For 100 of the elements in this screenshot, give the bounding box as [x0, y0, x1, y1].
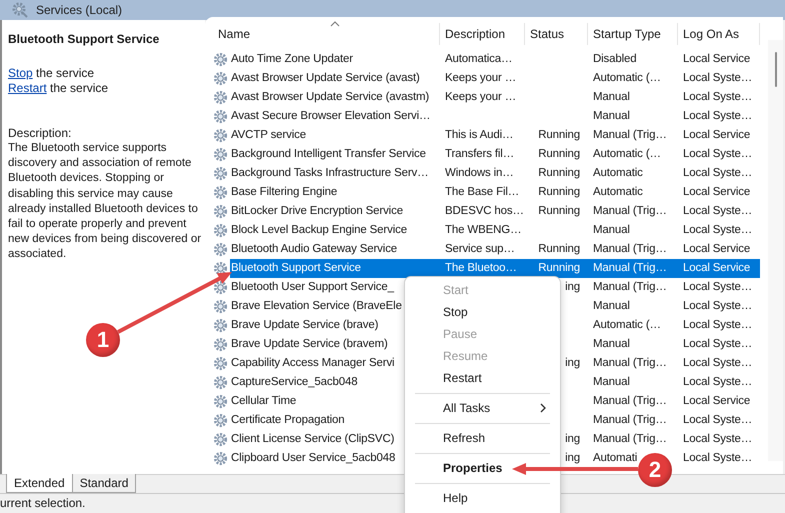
- description-label: Description:: [8, 126, 72, 141]
- column-header[interactable]: Startup Type: [588, 22, 678, 44]
- action-sentence: Stop the service: [8, 66, 96, 81]
- gear-icon: [213, 242, 228, 257]
- gear-icon: [213, 71, 228, 86]
- table-cell-text: Local Syste…: [682, 413, 754, 428]
- menu-item[interactable]: Help: [405, 487, 560, 509]
- action-link[interactable]: Restart: [8, 81, 47, 95]
- table-cell-text: Disabled: [592, 52, 638, 67]
- gear-icon: [213, 413, 228, 428]
- table-cell-text: Running: [537, 128, 581, 143]
- table-cell-text: Local Syste…: [682, 375, 754, 390]
- table-cell-text: The WBENG…: [444, 223, 522, 238]
- table-cell-text: Local Syste…: [682, 299, 754, 314]
- scrollbar-thumb[interactable]: [775, 52, 777, 87]
- scrollbar[interactable]: [768, 40, 783, 461]
- table-cell-text: Manual (Trig…: [592, 394, 668, 409]
- column-header[interactable]: Log On As: [678, 22, 760, 44]
- menu-item[interactable]: Refresh: [405, 427, 560, 449]
- table-cell-text: Local Syste…: [682, 318, 754, 333]
- table-cell-text: Running: [537, 147, 581, 162]
- table-cell-text: Keeps your …: [444, 90, 518, 105]
- table-cell-text: Manual: [592, 109, 631, 124]
- service-name[interactable]: Avast Browser Update Service (avastm): [230, 88, 440, 107]
- gear-icon: [213, 223, 228, 238]
- gear-icon: [213, 166, 228, 181]
- table-cell-text: The Base Fil…: [444, 185, 520, 200]
- table-cell-text: Local Service: [682, 185, 752, 200]
- table-cell-text: Manual (Trig…: [592, 128, 668, 143]
- service-name[interactable]: Background Intelligent Transfer Service: [230, 145, 440, 164]
- table-cell-text: Local Syste…: [682, 356, 754, 371]
- gear-icon: [213, 394, 228, 409]
- table-cell-text: Local Service: [682, 52, 752, 67]
- service-name[interactable]: Auto Time Zone Updater: [230, 50, 440, 69]
- view-tab[interactable]: Standard: [72, 474, 136, 493]
- table-cell-text: Manual (Trig…: [592, 280, 668, 295]
- table-cell-text: Automatic (…: [592, 318, 662, 333]
- table-cell: Running: [525, 259, 588, 278]
- column-header[interactable]: Name: [213, 22, 440, 44]
- menu-item[interactable]: All Tasks: [405, 397, 560, 419]
- table-cell-text: Keeps your …: [444, 71, 518, 86]
- gear-icon: [213, 375, 228, 390]
- table-cell-text: Local Service: [682, 394, 752, 409]
- table-cell-text: Manual: [592, 337, 631, 352]
- action-link[interactable]: Stop: [8, 66, 33, 80]
- column-header[interactable]: Description: [440, 22, 525, 44]
- table-cell-text: Manual: [592, 90, 631, 105]
- gear-icon: [213, 109, 228, 124]
- gear-icon: [213, 280, 228, 295]
- table-cell-text: ing: [564, 451, 581, 466]
- chevron-right-icon: [540, 403, 546, 413]
- service-name[interactable]: Avast Browser Update Service (avast): [230, 69, 440, 88]
- service-title: Bluetooth Support Service: [8, 32, 160, 46]
- table-cell-text: Transfers fil…: [444, 147, 516, 162]
- table-cell-text: Local Syste…: [682, 223, 754, 238]
- callout-badge: 2: [638, 453, 672, 487]
- table-cell-text: Local Syste…: [682, 109, 754, 124]
- table-cell-text: Manual (Trig…: [592, 413, 668, 428]
- table-cell: Manual (Trig…: [588, 259, 678, 278]
- sort-ascending-icon: [330, 21, 340, 27]
- description-text: The Bluetooth service supports discovery and association of remote Bluetooth devices. Stopping or disabling this service may cause already installed Bluetooth devices to fail to operate properly and prevent new devices from being discovered or associated.: [8, 141, 202, 262]
- table-cell-text: Local Syste…: [682, 337, 754, 352]
- gear-icon: [213, 261, 228, 276]
- menu-item[interactable]: Stop: [405, 301, 560, 323]
- table-cell-text: Manual (Trig…: [592, 242, 668, 257]
- gear-icon: [12, 2, 28, 18]
- table-cell-text: ing: [564, 356, 581, 371]
- service-name[interactable]: BitLocker Drive Encryption Service: [230, 202, 440, 221]
- menu-item[interactable]: Properties: [405, 457, 560, 479]
- table-cell-text: Local Service: [682, 128, 752, 143]
- window-title: Services (Local): [36, 3, 122, 17]
- table-cell-text: Local Syste…: [682, 280, 754, 295]
- service-name[interactable]: Background Tasks Infrastructure Serv…: [230, 164, 440, 183]
- table-cell-text: Manual (Trig…: [592, 356, 668, 371]
- service-name[interactable]: Bluetooth Support Service: [230, 259, 440, 278]
- service-name[interactable]: Avast Secure Browser Elevation Servi…: [230, 107, 440, 126]
- gear-icon: [213, 52, 228, 67]
- service-name[interactable]: AVCTP service: [230, 126, 440, 145]
- gear-icon: [213, 147, 228, 162]
- table-cell-text: Local Syste…: [682, 451, 754, 466]
- table-cell-text: Windows in…: [444, 166, 515, 181]
- table-cell-text: BDESVC hos…: [444, 204, 525, 219]
- column-header[interactable]: Status: [525, 22, 588, 44]
- view-tab[interactable]: Extended: [6, 474, 73, 493]
- table-cell-text: Running: [537, 204, 581, 219]
- service-name[interactable]: Bluetooth Audio Gateway Service: [230, 240, 440, 259]
- table-cell-text: Manual: [592, 375, 631, 390]
- table-cell-text: Automatica…: [444, 52, 514, 67]
- gear-icon: [213, 90, 228, 105]
- service-name[interactable]: Block Level Backup Engine Service: [230, 221, 440, 240]
- table-cell-text: Local Syste…: [682, 90, 754, 105]
- menu-item[interactable]: Restart: [405, 367, 560, 389]
- service-name[interactable]: Base Filtering Engine: [230, 183, 440, 202]
- status-text: urrent selection.: [0, 496, 86, 510]
- table-cell-text: Local Syste…: [682, 432, 754, 447]
- table-cell-text: Manual (Trig…: [592, 204, 668, 219]
- table-cell-text: ing: [564, 280, 581, 295]
- table-cell-text: Local Syste…: [682, 147, 754, 162]
- table-cell-text: Running: [537, 242, 581, 257]
- table-cell-text: Automatic: [592, 185, 644, 200]
